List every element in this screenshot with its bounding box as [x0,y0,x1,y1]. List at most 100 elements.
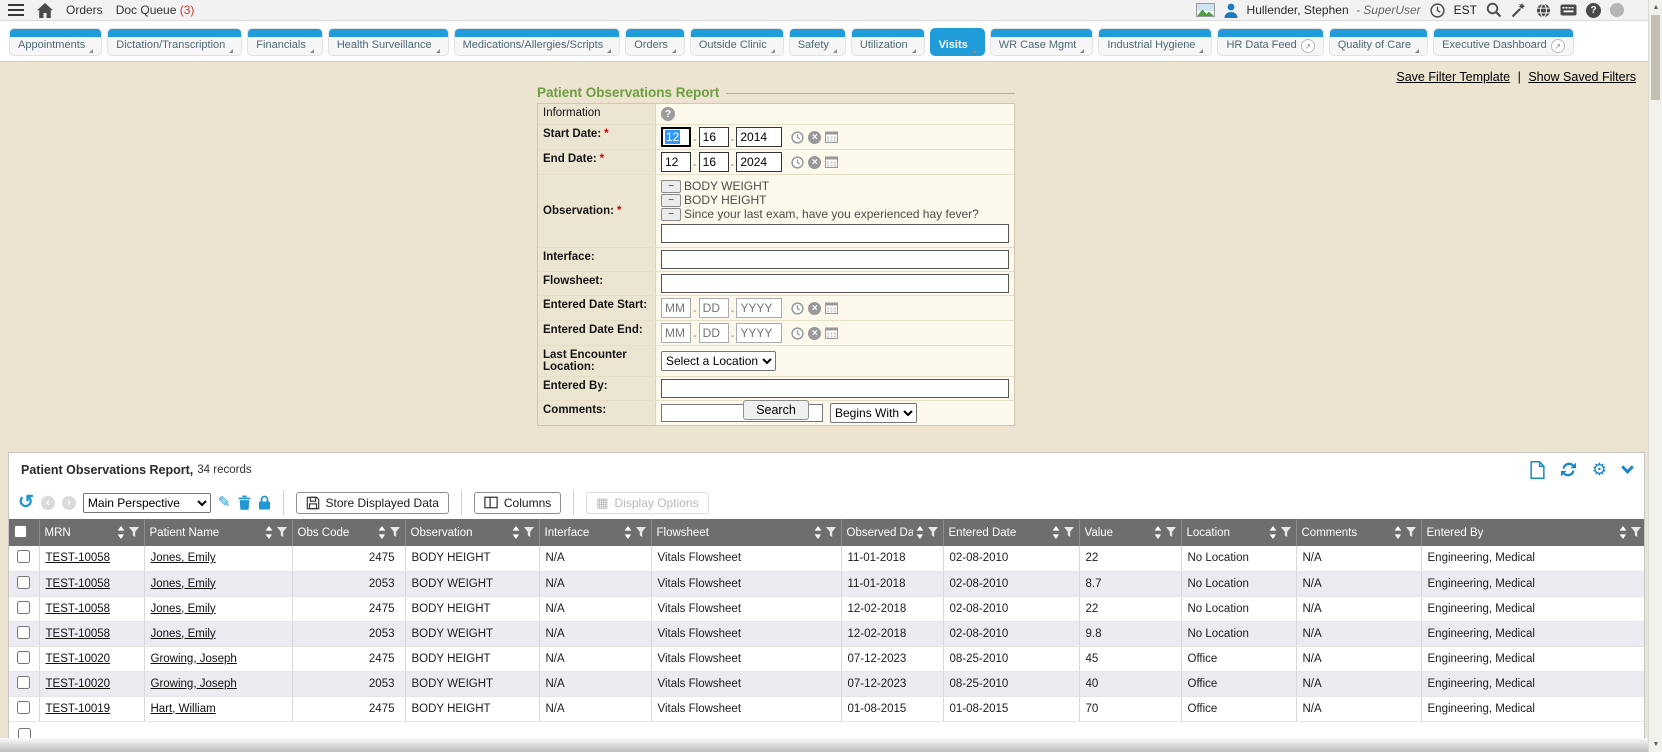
lock-perspective-icon[interactable] [258,495,271,510]
column-header-value[interactable]: Value [1079,519,1181,546]
image-icon[interactable] [1196,3,1215,17]
entered-by-input[interactable] [661,379,1009,398]
help-icon[interactable]: ? [1586,3,1601,18]
sort-icon[interactable] [1052,526,1060,539]
filter-icon[interactable] [1281,527,1291,538]
collapse-chevron-icon[interactable] [1621,461,1634,474]
column-header-entered-date[interactable]: Entered Date [943,519,1079,546]
end-date-month-input[interactable] [661,152,691,172]
row-checkbox[interactable] [17,550,30,563]
patient-name-link[interactable]: Jones, Emily [151,578,216,590]
mrn-link[interactable]: TEST-10020 [46,653,111,665]
sort-icon[interactable] [117,526,125,539]
column-header-location[interactable]: Location [1181,519,1296,546]
filter-icon[interactable] [1166,527,1176,538]
end-date-year-input[interactable] [736,152,782,172]
tab-medications-allergies-scripts[interactable]: Medications/Allergies/Scripts [454,28,621,56]
mrn-link[interactable]: TEST-10058 [46,552,111,564]
tab-orders[interactable]: Orders [625,28,685,56]
select-all-checkbox[interactable] [14,525,27,538]
filter-icon[interactable] [277,527,287,538]
entered-date-start-day-input[interactable] [699,298,729,318]
time-picker-icon[interactable] [791,327,804,340]
breadcrumb-doc-queue[interactable]: Doc Queue (3) [116,3,195,17]
sort-icon[interactable] [378,526,386,539]
column-header-obs-code[interactable]: Obs Code [292,519,405,546]
tab-industrial-hygiene[interactable]: Industrial Hygiene [1098,28,1212,56]
patient-name-link[interactable]: Jones, Emily [151,628,216,640]
filter-icon[interactable] [129,527,139,538]
row-checkbox[interactable] [17,626,30,639]
scroll-down-icon[interactable]: ▼ [1649,741,1662,748]
mrn-link[interactable]: TEST-10058 [46,578,111,590]
settings-gear-icon[interactable]: ⚙ [1592,461,1607,478]
breadcrumb-orders[interactable]: Orders [66,3,103,17]
wand-icon[interactable] [1511,2,1527,18]
entered-date-end-month-input[interactable] [661,323,691,343]
search-icon[interactable] [1486,2,1502,18]
start-date-day-input[interactable] [699,127,729,147]
column-header-comments[interactable]: Comments [1296,519,1421,546]
previous-perspective-icon[interactable]: ‹ [41,496,55,510]
row-checkbox[interactable] [17,576,30,589]
filter-icon[interactable] [636,527,646,538]
tab-dictation-transcription[interactable]: Dictation/Transcription [107,28,242,56]
tab-outside-clinic[interactable]: Outside Clinic [690,28,784,56]
sort-icon[interactable] [265,526,273,539]
calendar-icon[interactable] [825,156,838,168]
time-picker-icon[interactable] [791,131,804,144]
filter-icon[interactable] [826,527,836,538]
filter-icon[interactable] [928,527,938,538]
remove-observation-button[interactable]: − [661,180,681,193]
user-name[interactable]: Hullender, Stephen [1247,3,1349,17]
filter-icon[interactable] [1406,527,1416,538]
home-icon[interactable] [37,3,53,18]
sort-icon[interactable] [916,526,924,539]
remove-observation-button[interactable]: − [661,208,681,221]
start-date-year-input[interactable] [736,127,782,147]
delete-perspective-icon[interactable] [238,495,251,510]
tab-safety[interactable]: Safety [789,28,846,56]
tab-executive-dashboard[interactable]: Executive Dashboard↗ [1433,28,1574,56]
show-saved-filters-link[interactable]: Show Saved Filters [1528,70,1636,84]
filter-icon[interactable] [1064,527,1074,538]
observation-search-input[interactable] [661,224,1009,243]
calendar-icon[interactable] [825,302,838,314]
perspective-select[interactable]: Main Perspective [83,493,211,513]
row-checkbox[interactable] [17,651,30,664]
patient-name-link[interactable]: Growing, Joseph [151,653,237,665]
end-date-day-input[interactable] [699,152,729,172]
vertical-scrollbar[interactable]: ▲ ▼ [1648,0,1662,752]
sort-icon[interactable] [1394,526,1402,539]
start-date-month-input[interactable]: 12 [661,127,691,147]
clear-date-icon[interactable]: × [808,302,821,315]
tab-wr-case-mgmt[interactable]: WR Case Mgmt [990,28,1094,56]
sort-icon[interactable] [1154,526,1162,539]
store-displayed-data-button[interactable]: Store Displayed Data [296,492,449,514]
row-checkbox[interactable] [17,701,30,714]
column-header-interface[interactable]: Interface [539,519,651,546]
tab-hr-data-feed[interactable]: HR Data Feed↗ [1217,28,1323,56]
entered-date-end-year-input[interactable] [736,323,782,343]
tab-visits[interactable]: Visits [930,28,985,56]
globe-icon[interactable] [1536,3,1551,18]
mrn-link[interactable]: TEST-10058 [46,603,111,615]
patient-name-link[interactable]: Growing, Joseph [151,678,237,690]
mrn-link[interactable]: TEST-10019 [46,703,111,715]
keyboard-icon[interactable] [1560,4,1577,16]
mrn-link[interactable]: TEST-10058 [46,628,111,640]
clear-date-icon[interactable]: × [808,327,821,340]
patient-name-link[interactable]: Jones, Emily [151,603,216,615]
reset-perspective-icon[interactable]: ↺ [18,493,34,512]
clear-date-icon[interactable]: × [808,131,821,144]
sort-icon[interactable] [512,526,520,539]
patient-name-link[interactable]: Hart, William [151,703,216,715]
scroll-up-icon[interactable]: ▲ [1649,4,1662,11]
refresh-icon[interactable] [1561,462,1576,477]
sort-icon[interactable] [1269,526,1277,539]
calendar-icon[interactable] [825,131,838,143]
menu-icon[interactable] [8,4,24,16]
column-header-entered-by[interactable]: Entered By [1421,519,1645,546]
tab-health-surveillance[interactable]: Health Surveillance [328,28,449,56]
time-picker-icon[interactable] [791,156,804,169]
